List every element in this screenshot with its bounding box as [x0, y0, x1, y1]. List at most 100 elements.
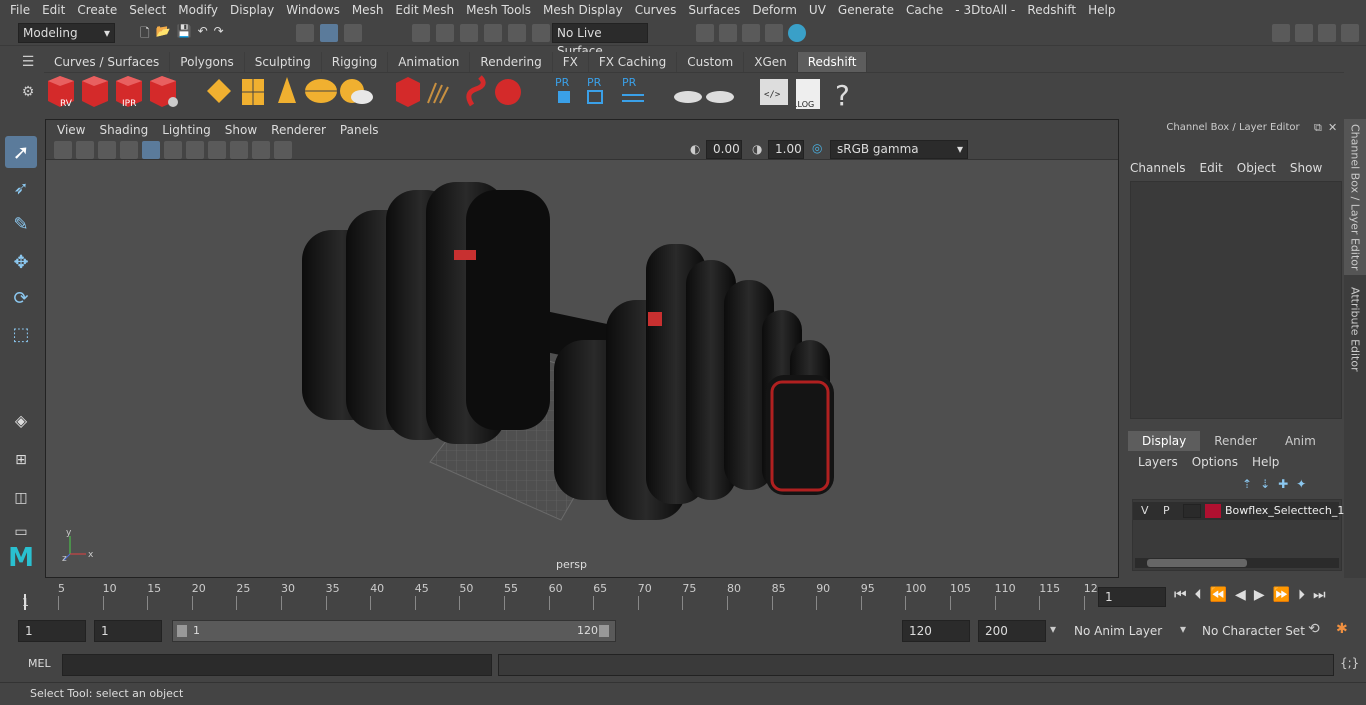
isolate-icon[interactable] [274, 141, 292, 159]
shelf-tab-rigging[interactable]: Rigging [321, 52, 389, 72]
rs-proxy-icon[interactable] [396, 77, 420, 107]
step-back-key-icon[interactable]: ⏪ [1210, 587, 1227, 603]
range-slider[interactable]: 1 120 [172, 620, 616, 642]
menu-redshift[interactable]: Redshift [1021, 0, 1082, 20]
shelf-tab-xgen[interactable]: XGen [744, 52, 798, 72]
anim-layer-dropdown[interactable]: No Anim Layer [1066, 620, 1188, 642]
shelf-tab-sculpting[interactable]: Sculpting [244, 52, 322, 72]
redo-icon[interactable]: ↷ [214, 24, 224, 45]
shelf-tab-fx[interactable]: FX [552, 52, 589, 72]
viewport-menu-shading[interactable]: Shading [92, 123, 155, 137]
color-management-icon[interactable]: ◎ [812, 141, 822, 155]
menu-mesh-display[interactable]: Mesh Display [537, 0, 629, 20]
move-layer-up-icon[interactable]: ⇡ [1242, 477, 1252, 491]
step-back-icon[interactable]: ⏴ [1195, 587, 1202, 603]
scene-end-field[interactable]: 200 [978, 620, 1046, 642]
select-object-icon[interactable] [320, 24, 338, 42]
menu-deform[interactable]: Deform [746, 0, 803, 20]
menu-create[interactable]: Create [71, 0, 123, 20]
viewport-menu-show[interactable]: Show [218, 123, 264, 137]
help-icon[interactable]: ? [835, 79, 850, 112]
rs-sphere-icon[interactable] [495, 79, 521, 105]
playback-end-field[interactable]: 120 [902, 620, 970, 642]
layer-scrollbar[interactable] [1135, 558, 1339, 568]
shelf-menu-icon[interactable]: ☰ [18, 52, 38, 72]
current-frame-field[interactable]: 1 [1098, 587, 1166, 607]
menu-generate[interactable]: Generate [832, 0, 900, 20]
snap-curve-icon[interactable] [436, 24, 454, 42]
gamma-field[interactable]: 1.00 [768, 140, 804, 159]
layer-scrollbar-thumb[interactable] [1147, 559, 1247, 567]
bookmark-icon[interactable] [76, 141, 94, 159]
menu-mesh-tools[interactable]: Mesh Tools [460, 0, 537, 20]
lights-icon[interactable] [186, 141, 204, 159]
pr-icon-3[interactable]: PR [622, 76, 644, 102]
shadows-icon[interactable] [208, 141, 226, 159]
script-editor-icon[interactable]: {;} [1340, 656, 1359, 670]
new-layer-selected-icon[interactable]: ✦ [1296, 477, 1306, 491]
go-to-start-icon[interactable]: ⏮ [1174, 587, 1187, 603]
menu-uv[interactable]: UV [803, 0, 832, 20]
paint-select-tool[interactable]: ✎ [5, 208, 37, 240]
bake-icon-2[interactable] [706, 91, 734, 103]
pr-icon-2[interactable]: PR [587, 76, 603, 104]
exposure-field[interactable]: 0.00 [706, 140, 742, 159]
rs-render-anim-icon[interactable] [82, 76, 108, 107]
rs-hair-icon[interactable] [427, 82, 449, 104]
rs-portal-light-icon[interactable] [242, 79, 264, 105]
shelf-tab-redshift[interactable]: Redshift [797, 52, 868, 72]
menu-curves[interactable]: Curves [629, 0, 683, 20]
auto-key-icon[interactable]: ⟲ [1308, 621, 1320, 637]
play-back-icon[interactable]: ◀ [1235, 587, 1246, 603]
animation-prefs-icon[interactable]: ✱ [1336, 621, 1348, 637]
viewport-menu-view[interactable]: View [50, 123, 92, 137]
save-scene-icon[interactable]: 💾 [177, 24, 192, 45]
go-to-end-icon[interactable]: ⏭ [1313, 587, 1326, 603]
mel-label[interactable]: MEL [28, 657, 51, 670]
layer-type-toggle[interactable] [1183, 504, 1201, 518]
scale-tool[interactable]: ⬚ [5, 318, 37, 350]
script-editor-icon[interactable]: </> [760, 79, 788, 105]
layer-tab-anim[interactable]: Anim [1271, 431, 1330, 451]
channel-box-menu-channels[interactable]: Channels [1130, 161, 1186, 175]
playback-start-field[interactable]: 1 [94, 620, 162, 642]
layer-name[interactable]: Bowflex_Selecttech_10 [1225, 504, 1351, 517]
snap-view-icon[interactable] [484, 24, 502, 42]
scene-start-field[interactable]: 1 [18, 620, 86, 642]
select-hierarchy-icon[interactable] [296, 24, 314, 42]
camera-icon[interactable] [54, 141, 72, 159]
range-end-handle[interactable] [599, 625, 609, 637]
smooth-shade-icon[interactable] [142, 141, 160, 159]
hypershade-icon[interactable] [788, 24, 806, 42]
channel-box-menu-show[interactable]: Show [1290, 161, 1322, 175]
snap-surface-icon[interactable] [508, 24, 526, 42]
channel-list[interactable] [1130, 181, 1342, 419]
menu-edit-mesh[interactable]: Edit Mesh [389, 0, 460, 20]
shelf-tab-curves-surfaces[interactable]: Curves / Surfaces [44, 52, 171, 72]
shelf-tab-fx-caching[interactable]: FX Caching [588, 52, 678, 72]
rs-ipr-icon[interactable]: IPR [116, 76, 142, 109]
play-forward-icon[interactable]: ▶ [1254, 587, 1265, 603]
channel-box-toggle-icon[interactable] [1341, 24, 1359, 42]
move-tool[interactable]: ✥ [5, 246, 37, 278]
tab-attribute-editor[interactable]: Attribute Editor [1344, 279, 1366, 379]
menu-cache[interactable]: Cache [900, 0, 949, 20]
shelf-tab-polygons[interactable]: Polygons [170, 52, 245, 72]
step-forward-key-icon[interactable]: ⏩ [1273, 587, 1290, 603]
pr-icon-1[interactable]: PR [555, 76, 570, 103]
menu-mesh[interactable]: Mesh [346, 0, 390, 20]
shelf-tab-custom[interactable]: Custom [677, 52, 745, 72]
ao-icon[interactable] [230, 141, 248, 159]
layer-playback-toggle[interactable]: P [1163, 504, 1170, 517]
rs-sun-sky-icon[interactable] [340, 79, 373, 104]
shelf-tab-rendering[interactable]: Rendering [470, 52, 553, 72]
workspace-icon[interactable] [1272, 24, 1290, 42]
time-slider[interactable]: 5 10 15 20 25 30 35 40 45 50 55 60 65 70 75 80 85 90 95 100… [0, 580, 1366, 614]
range-start-handle[interactable] [177, 625, 187, 637]
menu-edit[interactable]: Edit [36, 0, 71, 20]
move-layer-down-icon[interactable]: ⇣ [1260, 477, 1270, 491]
3d-viewport[interactable]: y x z persp [46, 160, 1118, 577]
viewport-menu-panels[interactable]: Panels [333, 123, 386, 137]
menu-help[interactable]: Help [1082, 0, 1121, 20]
rs-dome-light-icon[interactable] [305, 79, 337, 103]
